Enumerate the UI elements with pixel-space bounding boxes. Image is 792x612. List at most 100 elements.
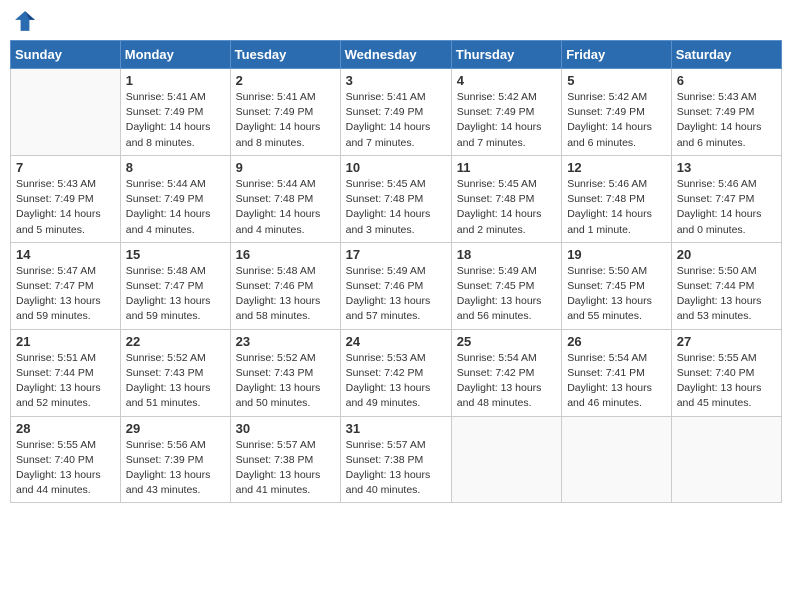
day-info: Sunrise: 5:45 AMSunset: 7:48 PMDaylight:…	[457, 177, 556, 238]
day-number: 4	[457, 73, 556, 88]
calendar-cell: 2 Sunrise: 5:41 AMSunset: 7:49 PMDaylight…	[230, 69, 340, 156]
calendar-cell	[562, 416, 672, 503]
day-info: Sunrise: 5:51 AMSunset: 7:44 PMDaylight:…	[16, 351, 115, 412]
day-number: 10	[346, 160, 446, 175]
column-header-wednesday: Wednesday	[340, 41, 451, 69]
calendar-cell: 6 Sunrise: 5:43 AMSunset: 7:49 PMDaylight…	[671, 69, 781, 156]
day-info: Sunrise: 5:41 AMSunset: 7:49 PMDaylight:…	[346, 90, 446, 151]
calendar-cell: 16 Sunrise: 5:48 AMSunset: 7:46 PMDayligh…	[230, 242, 340, 329]
header-row: SundayMondayTuesdayWednesdayThursdayFrid…	[11, 41, 782, 69]
day-info: Sunrise: 5:55 AMSunset: 7:40 PMDaylight:…	[16, 438, 115, 499]
logo	[14, 10, 38, 32]
day-info: Sunrise: 5:52 AMSunset: 7:43 PMDaylight:…	[126, 351, 225, 412]
calendar-cell: 14 Sunrise: 5:47 AMSunset: 7:47 PMDayligh…	[11, 242, 121, 329]
day-info: Sunrise: 5:42 AMSunset: 7:49 PMDaylight:…	[567, 90, 666, 151]
calendar-cell: 15 Sunrise: 5:48 AMSunset: 7:47 PMDayligh…	[120, 242, 230, 329]
calendar-cell: 21 Sunrise: 5:51 AMSunset: 7:44 PMDayligh…	[11, 329, 121, 416]
column-header-thursday: Thursday	[451, 41, 561, 69]
day-info: Sunrise: 5:44 AMSunset: 7:48 PMDaylight:…	[236, 177, 335, 238]
day-number: 8	[126, 160, 225, 175]
day-number: 26	[567, 334, 666, 349]
calendar-cell: 3 Sunrise: 5:41 AMSunset: 7:49 PMDaylight…	[340, 69, 451, 156]
calendar-cell	[671, 416, 781, 503]
week-row-5: 28 Sunrise: 5:55 AMSunset: 7:40 PMDayligh…	[11, 416, 782, 503]
day-number: 16	[236, 247, 335, 262]
day-number: 21	[16, 334, 115, 349]
day-number: 29	[126, 421, 225, 436]
day-info: Sunrise: 5:48 AMSunset: 7:46 PMDaylight:…	[236, 264, 335, 325]
day-number: 15	[126, 247, 225, 262]
day-number: 24	[346, 334, 446, 349]
calendar-cell: 29 Sunrise: 5:56 AMSunset: 7:39 PMDayligh…	[120, 416, 230, 503]
day-number: 9	[236, 160, 335, 175]
day-number: 14	[16, 247, 115, 262]
day-info: Sunrise: 5:42 AMSunset: 7:49 PMDaylight:…	[457, 90, 556, 151]
day-info: Sunrise: 5:41 AMSunset: 7:49 PMDaylight:…	[126, 90, 225, 151]
day-number: 22	[126, 334, 225, 349]
day-info: Sunrise: 5:54 AMSunset: 7:42 PMDaylight:…	[457, 351, 556, 412]
calendar-cell: 26 Sunrise: 5:54 AMSunset: 7:41 PMDayligh…	[562, 329, 672, 416]
day-number: 11	[457, 160, 556, 175]
day-info: Sunrise: 5:50 AMSunset: 7:44 PMDaylight:…	[677, 264, 776, 325]
day-info: Sunrise: 5:45 AMSunset: 7:48 PMDaylight:…	[346, 177, 446, 238]
day-number: 13	[677, 160, 776, 175]
day-info: Sunrise: 5:48 AMSunset: 7:47 PMDaylight:…	[126, 264, 225, 325]
day-info: Sunrise: 5:43 AMSunset: 7:49 PMDaylight:…	[677, 90, 776, 151]
day-number: 17	[346, 247, 446, 262]
week-row-1: 1 Sunrise: 5:41 AMSunset: 7:49 PMDaylight…	[11, 69, 782, 156]
day-info: Sunrise: 5:57 AMSunset: 7:38 PMDaylight:…	[236, 438, 335, 499]
calendar-cell: 19Sunrise: 5:50 AMSunset: 7:45 PMDayligh…	[562, 242, 672, 329]
day-info: Sunrise: 5:41 AMSunset: 7:49 PMDaylight:…	[236, 90, 335, 151]
day-info: Sunrise: 5:54 AMSunset: 7:41 PMDaylight:…	[567, 351, 666, 412]
calendar-cell: 31Sunrise: 5:57 AMSunset: 7:38 PMDayligh…	[340, 416, 451, 503]
day-info: Sunrise: 5:44 AMSunset: 7:49 PMDaylight:…	[126, 177, 225, 238]
day-number: 19	[567, 247, 666, 262]
calendar-cell: 11 Sunrise: 5:45 AMSunset: 7:48 PMDayligh…	[451, 155, 561, 242]
week-row-2: 7Sunrise: 5:43 AMSunset: 7:49 PMDaylight…	[11, 155, 782, 242]
calendar-cell	[451, 416, 561, 503]
calendar-cell	[11, 69, 121, 156]
day-info: Sunrise: 5:49 AMSunset: 7:45 PMDaylight:…	[457, 264, 556, 325]
column-header-saturday: Saturday	[671, 41, 781, 69]
day-info: Sunrise: 5:55 AMSunset: 7:40 PMDaylight:…	[677, 351, 776, 412]
day-info: Sunrise: 5:43 AMSunset: 7:49 PMDaylight:…	[16, 177, 115, 238]
page-header	[10, 10, 782, 32]
calendar-cell: 22 Sunrise: 5:52 AMSunset: 7:43 PMDayligh…	[120, 329, 230, 416]
day-info: Sunrise: 5:56 AMSunset: 7:39 PMDaylight:…	[126, 438, 225, 499]
day-number: 31	[346, 421, 446, 436]
calendar-cell: 17 Sunrise: 5:49 AMSunset: 7:46 PMDayligh…	[340, 242, 451, 329]
calendar-cell: 18 Sunrise: 5:49 AMSunset: 7:45 PMDayligh…	[451, 242, 561, 329]
day-number: 3	[346, 73, 446, 88]
calendar-cell: 7Sunrise: 5:43 AMSunset: 7:49 PMDaylight…	[11, 155, 121, 242]
calendar-cell: 1 Sunrise: 5:41 AMSunset: 7:49 PMDaylight…	[120, 69, 230, 156]
day-number: 6	[677, 73, 776, 88]
week-row-3: 14 Sunrise: 5:47 AMSunset: 7:47 PMDayligh…	[11, 242, 782, 329]
calendar-cell: 9 Sunrise: 5:44 AMSunset: 7:48 PMDaylight…	[230, 155, 340, 242]
day-number: 12	[567, 160, 666, 175]
day-number: 30	[236, 421, 335, 436]
column-header-sunday: Sunday	[11, 41, 121, 69]
column-header-monday: Monday	[120, 41, 230, 69]
calendar-cell: 23 Sunrise: 5:52 AMSunset: 7:43 PMDayligh…	[230, 329, 340, 416]
day-info: Sunrise: 5:46 AMSunset: 7:48 PMDaylight:…	[567, 177, 666, 238]
calendar-cell: 27 Sunrise: 5:55 AMSunset: 7:40 PMDayligh…	[671, 329, 781, 416]
day-info: Sunrise: 5:52 AMSunset: 7:43 PMDaylight:…	[236, 351, 335, 412]
day-number: 2	[236, 73, 335, 88]
day-info: Sunrise: 5:46 AMSunset: 7:47 PMDaylight:…	[677, 177, 776, 238]
week-row-4: 21 Sunrise: 5:51 AMSunset: 7:44 PMDayligh…	[11, 329, 782, 416]
day-number: 18	[457, 247, 556, 262]
day-info: Sunrise: 5:53 AMSunset: 7:42 PMDaylight:…	[346, 351, 446, 412]
column-header-tuesday: Tuesday	[230, 41, 340, 69]
day-number: 1	[126, 73, 225, 88]
day-number: 28	[16, 421, 115, 436]
day-number: 20	[677, 247, 776, 262]
calendar-cell: 5 Sunrise: 5:42 AMSunset: 7:49 PMDaylight…	[562, 69, 672, 156]
day-number: 27	[677, 334, 776, 349]
day-number: 5	[567, 73, 666, 88]
day-info: Sunrise: 5:47 AMSunset: 7:47 PMDaylight:…	[16, 264, 115, 325]
calendar-cell: 12 Sunrise: 5:46 AMSunset: 7:48 PMDayligh…	[562, 155, 672, 242]
day-info: Sunrise: 5:49 AMSunset: 7:46 PMDaylight:…	[346, 264, 446, 325]
logo-icon	[14, 10, 36, 32]
day-number: 23	[236, 334, 335, 349]
day-number: 25	[457, 334, 556, 349]
